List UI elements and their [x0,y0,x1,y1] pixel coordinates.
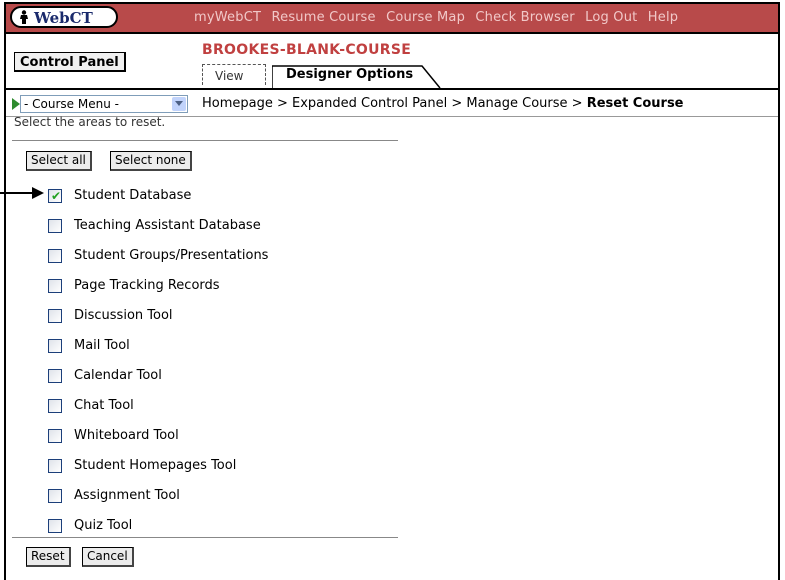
course-menu-row: - Course Menu - Homepage > Expanded Cont… [6,92,778,114]
webct-figure-icon [20,10,28,24]
reset-area-label: Discussion Tool [74,308,173,323]
reset-area-label: Student Groups/Presentations [74,248,269,263]
nav-link-log-out[interactable]: Log Out [585,10,637,25]
reset-area-checkbox[interactable] [48,489,62,503]
course-menu-selected: - Course Menu - [24,97,119,111]
reset-area-label: Mail Tool [74,338,130,353]
top-navigation-bar: WebCT myWebCT Resume Course Course Map C… [6,4,778,34]
reset-area-label: Student Database [74,188,192,203]
reset-button[interactable]: Reset [26,547,71,567]
reset-area-checkbox[interactable] [48,249,62,263]
reset-area-label: Assignment Tool [74,488,180,503]
cancel-button[interactable]: Cancel [82,547,134,567]
control-panel-button[interactable]: Control Panel [14,52,126,72]
breadcrumb: Homepage > Expanded Control Panel > Mana… [202,96,684,111]
logo-text: WebCT [34,9,93,27]
reset-area-checkbox[interactable] [48,309,62,323]
top-nav-links: myWebCT Resume Course Course Map Check B… [194,10,684,25]
reset-area-checkbox[interactable] [48,399,62,413]
select-none-button[interactable]: Select none [110,151,192,171]
course-menu-select[interactable]: - Course Menu - [20,95,188,113]
nav-link-resume-course[interactable]: Resume Course [271,10,375,25]
reset-area-checkbox[interactable] [48,219,62,233]
reset-area-checkbox[interactable] [48,519,62,533]
play-icon [12,98,20,110]
reset-area-label: Student Homepages Tool [74,458,237,473]
reset-area-checkbox[interactable]: ✔ [48,189,62,203]
tab-designer-label: Designer Options [286,67,414,82]
instructions-text: Select the areas to reset. [14,115,166,129]
separator-bottom [12,537,398,538]
tab-designer-options[interactable]: Designer Options [272,62,442,88]
nav-link-help[interactable]: Help [648,10,678,25]
reset-area-label: Chat Tool [74,398,134,413]
chevron-down-icon[interactable] [172,97,186,111]
reset-area-checkbox[interactable] [48,369,62,383]
reset-area-checkbox[interactable] [48,459,62,473]
reset-area-label: Whiteboard Tool [74,428,179,443]
tab-divider [6,88,778,90]
reset-area-checkbox[interactable] [48,339,62,353]
checkmark-icon: ✔ [51,189,62,203]
nav-link-mywebct[interactable]: myWebCT [194,10,261,25]
pointer-arrow-icon [0,187,44,199]
breadcrumb-current: Reset Course [586,96,684,111]
course-title: BROOKES-BLANK-COURSE [202,42,412,58]
separator-top [12,140,398,141]
webct-logo[interactable]: WebCT [10,6,118,28]
reset-area-label: Quiz Tool [74,518,133,533]
breadcrumb-path[interactable]: Homepage > Expanded Control Panel > Mana… [202,96,587,111]
select-all-button[interactable]: Select all [26,151,92,171]
reset-area-label: Page Tracking Records [74,278,220,293]
reset-area-label: Teaching Assistant Database [74,218,261,233]
reset-area-checkbox[interactable] [48,279,62,293]
reset-area-label: Calendar Tool [74,368,162,383]
tab-view[interactable]: View [202,64,266,85]
reset-area-checkbox[interactable] [48,429,62,443]
nav-link-course-map[interactable]: Course Map [386,10,465,25]
nav-link-check-browser[interactable]: Check Browser [475,10,574,25]
